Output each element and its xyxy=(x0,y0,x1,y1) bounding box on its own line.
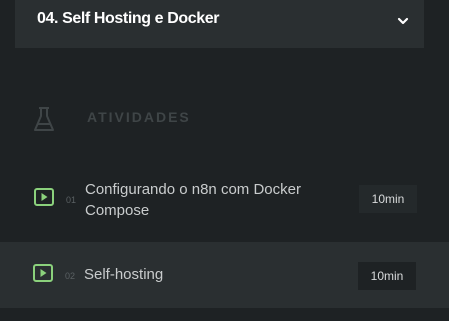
lesson-duration-badge: 10min xyxy=(359,185,417,213)
lesson-number: 01 xyxy=(66,195,77,205)
lesson-item[interactable]: 01 Configurando o n8n com Docker Compose… xyxy=(0,170,449,232)
activities-section-header: ATIVIDADES xyxy=(33,102,189,134)
lesson-title: Configurando o n8n com Docker Compose xyxy=(85,181,301,219)
chevron-down-icon[interactable] xyxy=(397,15,409,27)
section-label: ATIVIDADES xyxy=(87,109,191,125)
lesson-number: 02 xyxy=(65,271,76,281)
lesson-item[interactable]: 02 Self-hosting 10min xyxy=(0,242,449,308)
lesson-title: Self-hosting xyxy=(84,266,164,283)
play-icon xyxy=(33,264,53,282)
play-icon xyxy=(34,188,54,206)
module-title: 04. Self Hosting e Docker xyxy=(37,10,220,27)
module-header[interactable]: 04. Self Hosting e Docker xyxy=(15,0,424,48)
flask-icon xyxy=(34,107,54,131)
lesson-duration-badge: 10min xyxy=(358,262,416,290)
